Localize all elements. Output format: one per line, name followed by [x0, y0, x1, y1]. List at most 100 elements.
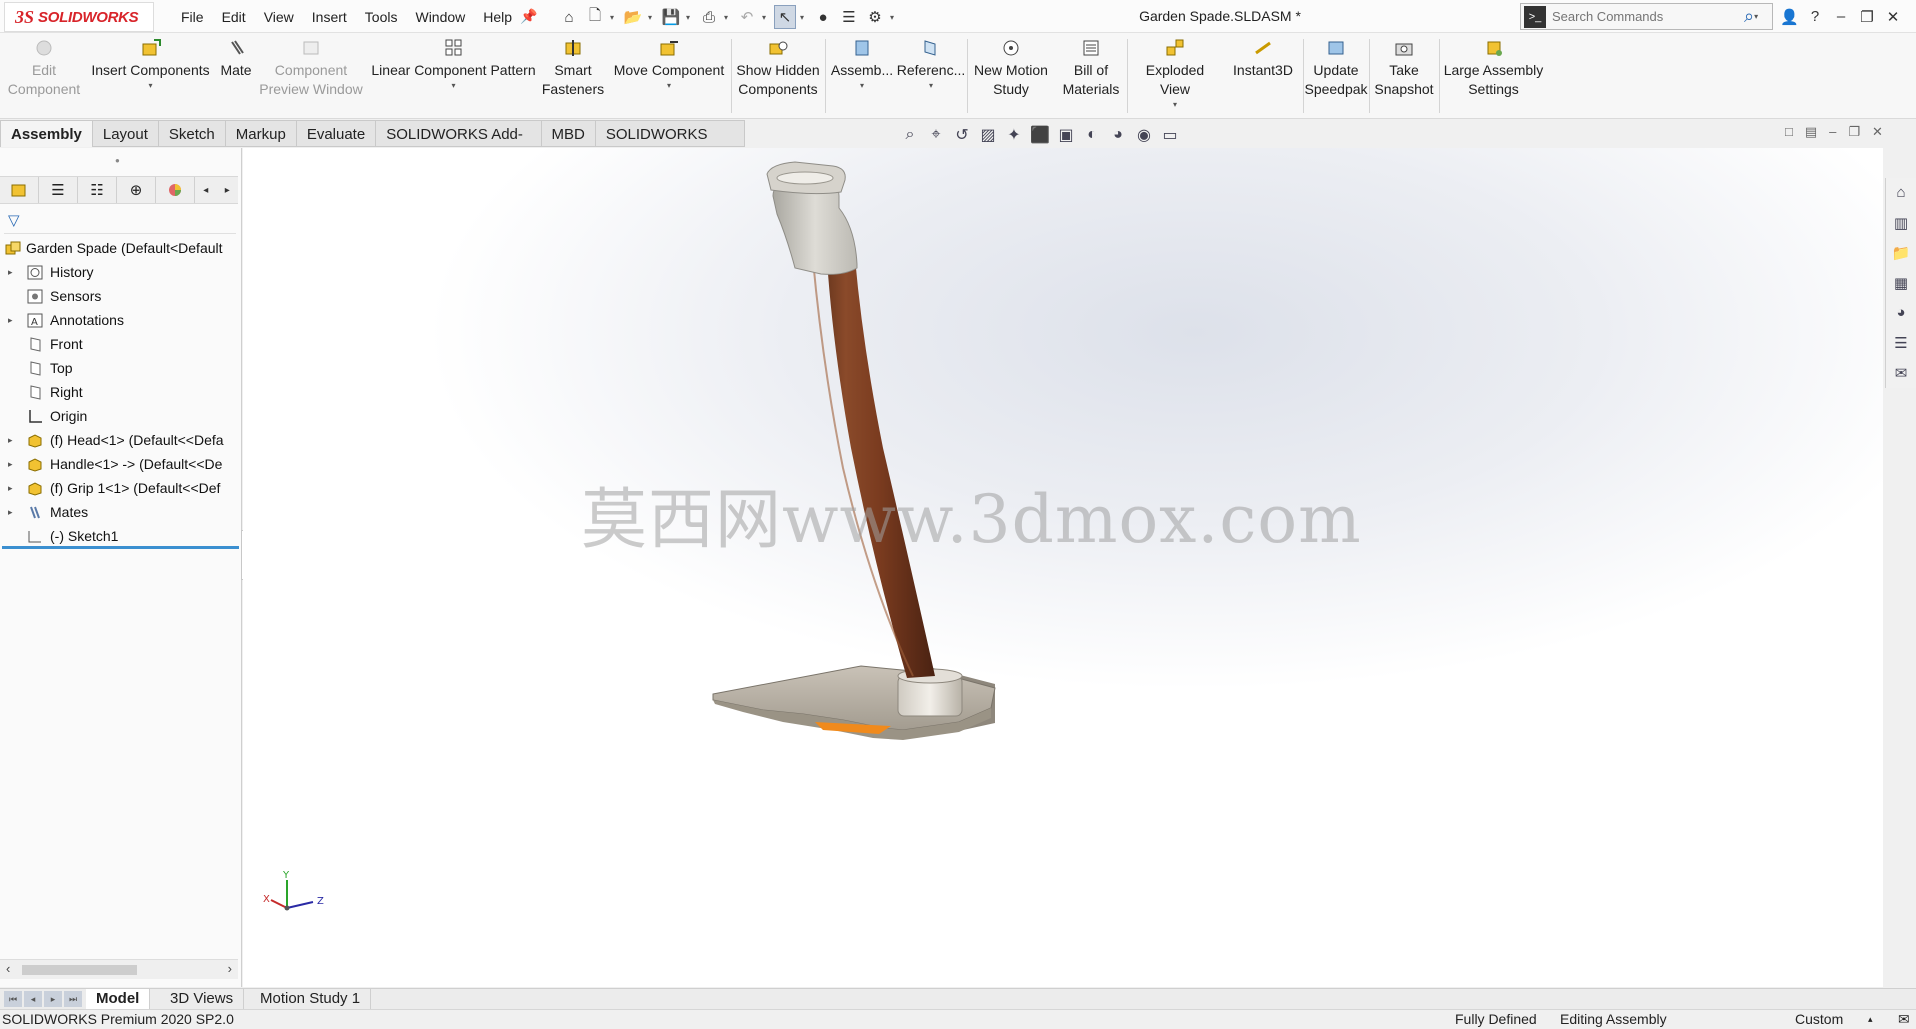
print-icon[interactable]: ⎙: [698, 5, 720, 29]
panel-grip-icon[interactable]: ●: [115, 156, 120, 165]
last-tab-icon[interactable]: ⏭: [64, 991, 82, 1007]
rollback-bar[interactable]: [2, 546, 239, 549]
chevron-down-icon[interactable]: ▾: [667, 80, 671, 92]
scroll-left-icon[interactable]: ‹: [6, 961, 10, 976]
scroll-right-icon[interactable]: ›: [228, 961, 232, 976]
viewport-minimize-icon[interactable]: –: [1829, 124, 1836, 140]
previous-tab-icon[interactable]: ◂: [24, 991, 42, 1007]
exploded-view-button[interactable]: Exploded View ▾: [1129, 37, 1221, 115]
tab-assembly[interactable]: Assembly: [0, 120, 93, 147]
solidworks-resources-home-icon[interactable]: ⌂: [1890, 182, 1912, 203]
apply-scene-icon[interactable]: ◉: [1134, 125, 1154, 145]
expand-arrow-icon[interactable]: ▸: [8, 452, 13, 476]
viewport-split-icon[interactable]: □: [1785, 124, 1793, 140]
viewport-restore-icon[interactable]: ❐: [1848, 124, 1860, 140]
design-library-icon[interactable]: ▥: [1890, 212, 1912, 233]
tab-sketch[interactable]: Sketch: [158, 120, 226, 147]
chevron-right-icon[interactable]: ▸: [217, 185, 238, 196]
new-motion-study-button[interactable]: New Motion Study: [969, 37, 1053, 115]
tab-markup[interactable]: Markup: [225, 120, 297, 147]
instant3d-button[interactable]: Instant3D: [1223, 37, 1303, 115]
show-hidden-components-button[interactable]: Show Hidden Components: [733, 37, 823, 115]
tree-node-top-plane[interactable]: Top: [0, 356, 240, 380]
display-style-icon[interactable]: ▣: [1056, 125, 1076, 145]
chevron-down-icon[interactable]: ▾: [1754, 12, 1762, 21]
tree-node-grip-part[interactable]: ▸ (f) Grip 1<1> (Default<<Def: [0, 476, 240, 500]
zoom-to-fit-icon[interactable]: ⌕: [900, 126, 920, 144]
tab-model[interactable]: Model: [86, 989, 151, 1010]
open-folder-icon[interactable]: 📂: [622, 5, 644, 29]
menu-window[interactable]: Window: [406, 9, 474, 25]
search-commands-box[interactable]: >_ ⌕ ▾: [1520, 3, 1773, 30]
large-assembly-settings-button[interactable]: Large Assembly Settings: [1441, 37, 1546, 115]
chevron-down-icon[interactable]: ▾: [860, 80, 864, 92]
help-question-icon[interactable]: ?: [1806, 8, 1824, 25]
filter-funnel-icon[interactable]: ▽: [8, 212, 20, 229]
chevron-up-icon[interactable]: ▴: [1868, 1010, 1873, 1029]
chevron-down-icon[interactable]: ▾: [1173, 99, 1177, 111]
menu-insert[interactable]: Insert: [303, 9, 356, 25]
mate-button[interactable]: Mate: [213, 37, 259, 115]
expand-arrow-icon[interactable]: ▸: [8, 476, 13, 500]
expand-arrow-icon[interactable]: ▸: [8, 308, 13, 332]
save-icon[interactable]: 💾: [660, 5, 682, 29]
edit-component-button[interactable]: Edit Component: [4, 37, 84, 115]
options-gear-icon[interactable]: ⚙: [864, 5, 886, 29]
feature-manager-tab-icon[interactable]: [0, 177, 40, 203]
reference-geometry-button[interactable]: Referenc... ▾: [897, 37, 965, 115]
home-icon[interactable]: ⌂: [558, 5, 580, 29]
edit-appearance-icon[interactable]: ◕: [1108, 126, 1128, 144]
forum-icon[interactable]: ✉: [1890, 362, 1912, 383]
tab-evaluate[interactable]: Evaluate: [296, 120, 377, 147]
close-icon[interactable]: ✕: [1884, 8, 1902, 26]
panel-horizontal-scrollbar[interactable]: ‹ ›: [0, 959, 238, 979]
chevron-down-icon[interactable]: ▾: [800, 13, 808, 22]
view-palette-icon[interactable]: ▦: [1890, 272, 1912, 293]
tab-mbd[interactable]: MBD: [541, 120, 596, 147]
search-input[interactable]: [1552, 9, 1742, 24]
property-manager-tab-icon[interactable]: ☰: [39, 177, 79, 203]
unit-system-selector[interactable]: Custom: [1795, 1010, 1843, 1029]
hide-show-items-icon[interactable]: ◐: [1082, 126, 1102, 144]
chevron-down-icon[interactable]: ▾: [890, 13, 898, 22]
menu-edit[interactable]: Edit: [213, 9, 255, 25]
spade-grip[interactable]: [766, 161, 858, 275]
select-cursor-icon[interactable]: ↖: [774, 5, 796, 29]
tab-motion-study-1[interactable]: Motion Study 1: [250, 989, 372, 1010]
view-settings-icon[interactable]: ▭: [1160, 125, 1180, 145]
tree-node-head-part[interactable]: ▸ (f) Head<1> (Default<<Defa: [0, 428, 240, 452]
traffic-light-icon[interactable]: ●: [812, 5, 834, 29]
chevron-left-icon[interactable]: ◂: [195, 185, 216, 196]
tree-node-handle-part[interactable]: ▸ Handle<1> -> (Default<<De: [0, 452, 240, 476]
tree-node-annotations[interactable]: ▸ A Annotations: [0, 308, 240, 332]
tree-node-sensors[interactable]: Sensors: [0, 284, 240, 308]
search-icon[interactable]: ⌕: [1744, 6, 1754, 27]
chevron-down-icon[interactable]: ▾: [610, 13, 618, 22]
smart-fasteners-button[interactable]: Smart Fasteners: [541, 37, 605, 115]
section-view-icon[interactable]: ▨: [978, 125, 998, 145]
solidworks-logo[interactable]: 3S SOLIDWORKS: [4, 2, 154, 32]
file-explorer-icon[interactable]: 📁: [1890, 242, 1912, 263]
menu-view[interactable]: View: [255, 9, 303, 25]
chevron-down-icon[interactable]: ▾: [648, 13, 656, 22]
dimxpert-manager-tab-icon[interactable]: ⊕: [117, 177, 157, 203]
chevron-down-icon[interactable]: ▾: [724, 13, 732, 22]
viewport-tile-icon[interactable]: ▤: [1805, 124, 1817, 140]
expand-arrow-icon[interactable]: ▸: [8, 428, 13, 452]
bill-of-materials-button[interactable]: Bill of Materials: [1055, 37, 1127, 115]
restore-icon[interactable]: ❐: [1858, 8, 1876, 26]
user-account-icon[interactable]: 👤: [1780, 8, 1799, 26]
viewport-close-icon[interactable]: ✕: [1872, 124, 1883, 140]
tree-node-root-assembly[interactable]: Garden Spade (Default<Default: [0, 236, 240, 260]
tree-node-front-plane[interactable]: Front: [0, 332, 240, 356]
dynamic-annotation-icon[interactable]: ✦: [1004, 125, 1024, 145]
expand-arrow-icon[interactable]: ▸: [8, 260, 13, 284]
first-tab-icon[interactable]: ⏮: [4, 991, 22, 1007]
tooltip-chat-icon[interactable]: ✉: [1898, 1010, 1910, 1029]
view-orientation-icon[interactable]: ⬛: [1030, 125, 1050, 145]
appearances-scenes-icon[interactable]: ◕: [1890, 302, 1912, 323]
chevron-down-icon[interactable]: ▾: [929, 80, 933, 92]
scroll-thumb[interactable]: [22, 965, 137, 975]
spade-model[interactable]: [243, 148, 1883, 987]
chevron-down-icon[interactable]: ▾: [148, 80, 152, 92]
